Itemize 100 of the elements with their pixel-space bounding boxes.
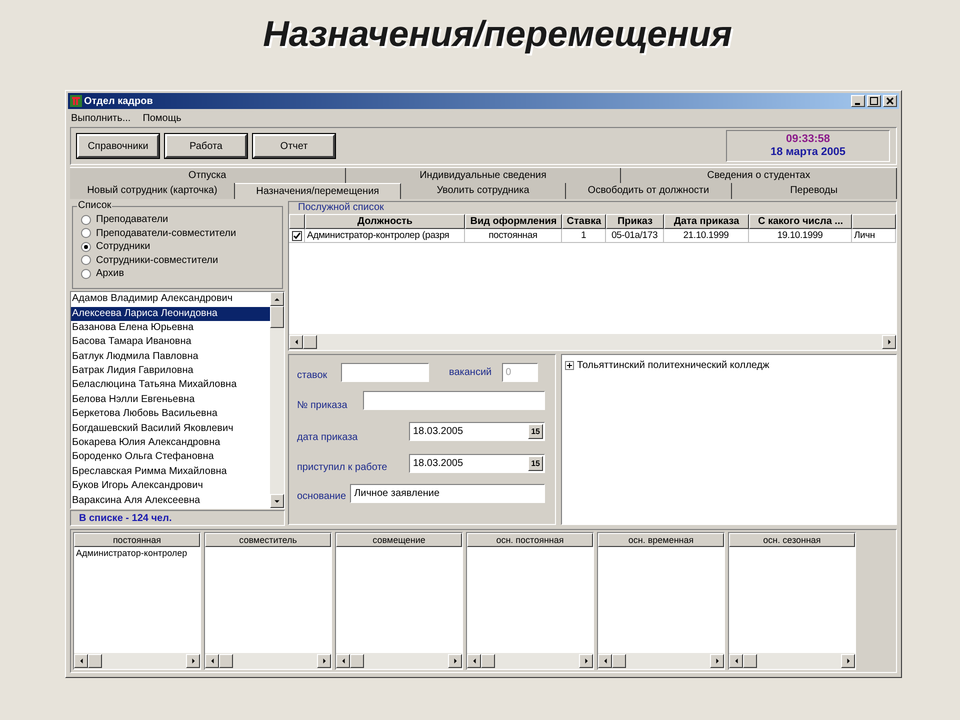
radio-button[interactable] [81, 214, 91, 225]
arrow-icon [452, 657, 458, 665]
radio-option[interactable]: Преподаватели-совместители [81, 226, 282, 240]
tab[interactable]: Освободить от должности [566, 183, 732, 199]
horizontal-scrollbar[interactable] [729, 653, 855, 669]
radio-option[interactable]: Сотрудники [81, 240, 282, 254]
people-list-item[interactable]: Буков Игорь Александрович [71, 479, 270, 494]
menu-item[interactable]: Выполнить... [71, 110, 131, 126]
column-header[interactable]: С какого числа ... [749, 214, 852, 229]
scroll-left-button[interactable] [336, 654, 350, 668]
scroll-thumb[interactable] [270, 306, 284, 328]
people-list-item[interactable]: Батлук Людмила Павловна [71, 350, 270, 364]
horizontal-scrollbar[interactable] [598, 653, 724, 669]
column-header[interactable]: Должность [305, 214, 465, 229]
column-header[interactable]: совместитель [205, 533, 331, 547]
tab[interactable]: Отпуска [70, 168, 346, 183]
maximize-button[interactable] [867, 95, 881, 107]
radio-option[interactable]: Сотрудники-совместители [81, 254, 282, 267]
scroll-down-button[interactable] [270, 494, 284, 508]
horizontal-scrollbar[interactable] [74, 653, 200, 669]
column-header[interactable]: Вид оформления [465, 214, 562, 229]
column-header[interactable]: осн. постоянная [467, 533, 593, 547]
row-checkbox[interactable] [292, 230, 302, 240]
column-header[interactable]: совмещение [336, 533, 462, 547]
toolbar-button[interactable]: Отчет [253, 134, 335, 158]
date-field[interactable]: 18.03.2005 15 [409, 422, 545, 440]
calendar-button[interactable]: 15 [528, 424, 543, 438]
scroll-right-button[interactable] [579, 654, 593, 668]
people-list-item[interactable]: Богдашевский Василий Яковлевич [71, 422, 270, 436]
vertical-scrollbar[interactable] [270, 292, 284, 508]
scroll-thumb[interactable] [219, 654, 233, 668]
scroll-thumb[interactable] [612, 654, 626, 668]
people-list-item[interactable]: Бреславская Римма Михайловна [71, 464, 270, 480]
scroll-right-button[interactable] [882, 335, 896, 349]
column-header[interactable]: Ставка [562, 214, 606, 229]
people-list-item[interactable]: Алексеева Лариса Леонидовна [71, 306, 270, 321]
toolbar-button[interactable]: Справочники [77, 134, 159, 158]
people-list-item[interactable]: Беркетова Любовь Васильевна [71, 407, 270, 422]
people-list-item[interactable]: Басова Тамара Ивановна [71, 335, 270, 350]
scroll-right-button[interactable] [317, 654, 331, 668]
column-header[interactable]: Приказ [606, 214, 664, 229]
tab[interactable]: Переводы [732, 183, 898, 199]
expand-icon[interactable] [565, 361, 574, 370]
scroll-right-button[interactable] [710, 654, 724, 668]
calendar-button[interactable]: 15 [528, 456, 543, 470]
people-list-item[interactable]: Адамов Владимир Александрович [71, 292, 270, 307]
scroll-thumb[interactable] [88, 654, 102, 668]
close-button[interactable] [883, 95, 897, 107]
horizontal-scrollbar[interactable] [205, 653, 331, 669]
scroll-thumb[interactable] [303, 335, 317, 349]
people-list-item[interactable]: Вараксина Аля Алексеевна [71, 494, 270, 508]
arrow-icon [602, 657, 608, 665]
column-header[interactable]: осн. временная [598, 533, 724, 547]
column-header[interactable]: постоянная [74, 533, 200, 547]
input-field[interactable] [341, 362, 429, 382]
column-header[interactable]: осн. сезонная [729, 533, 855, 547]
scroll-left-button[interactable] [289, 335, 303, 349]
list-item[interactable]: Администратор-контролер [74, 547, 200, 559]
horizontal-scrollbar[interactable] [336, 653, 462, 669]
scroll-left-button[interactable] [74, 654, 88, 668]
people-list-item[interactable]: Батрак Лидия Гавриловна [71, 364, 270, 378]
scroll-thumb[interactable] [743, 654, 757, 668]
column-header[interactable]: Дата приказа [664, 214, 749, 229]
scroll-thumb[interactable] [350, 654, 364, 668]
scroll-thumb[interactable] [481, 654, 495, 668]
tab[interactable]: Новый сотрудник (карточка) [70, 183, 236, 199]
minimize-button[interactable] [851, 95, 865, 107]
toolbar-button[interactable]: Работа [165, 134, 247, 158]
tab[interactable]: Сведения о студентах [621, 168, 898, 183]
radio-option[interactable]: Преподаватели [81, 213, 282, 226]
radio-button[interactable] [81, 242, 91, 252]
people-list-item[interactable]: Бокарева Юлия Александровна [71, 436, 270, 450]
people-list-item[interactable]: Базанова Елена Юрьевна [71, 320, 270, 336]
input-field[interactable]: Личное заявление [350, 484, 545, 502]
horizontal-scrollbar[interactable] [467, 653, 593, 669]
people-list-item[interactable]: Беласлюцина Татьяна Михайловна [71, 378, 270, 393]
scroll-up-button[interactable] [270, 292, 284, 306]
column-header[interactable] [852, 214, 896, 229]
radio-option[interactable]: Архив [81, 267, 282, 280]
people-list-item[interactable]: Белова Нэлли Евгеньевна [71, 392, 270, 408]
people-list-item[interactable]: Бороденко Ольга Стефановна [71, 450, 270, 465]
horizontal-scrollbar[interactable] [289, 334, 896, 350]
scroll-left-button[interactable] [467, 654, 481, 668]
people-count: В списке - 124 чел. [79, 512, 172, 526]
radio-button[interactable] [81, 255, 91, 266]
scroll-right-button[interactable] [448, 654, 462, 668]
tab[interactable]: Индивидуальные сведения [346, 168, 622, 183]
scroll-right-button[interactable] [186, 654, 200, 668]
date-field[interactable]: 18.03.2005 15 [409, 454, 545, 472]
radio-button[interactable] [81, 268, 91, 279]
menu-item[interactable]: Помощь [142, 110, 182, 126]
tab[interactable]: Уволить сотрудника [400, 183, 566, 199]
input-field[interactable] [363, 390, 545, 410]
tab[interactable]: Назначения/перемещения [235, 183, 401, 199]
scroll-right-button[interactable] [841, 654, 855, 668]
tree-node[interactable]: Тольяттинский политехнический колледж [565, 358, 893, 373]
scroll-left-button[interactable] [205, 654, 219, 668]
scroll-left-button[interactable] [598, 654, 612, 668]
scroll-left-button[interactable] [729, 654, 743, 668]
radio-button[interactable] [81, 228, 91, 238]
